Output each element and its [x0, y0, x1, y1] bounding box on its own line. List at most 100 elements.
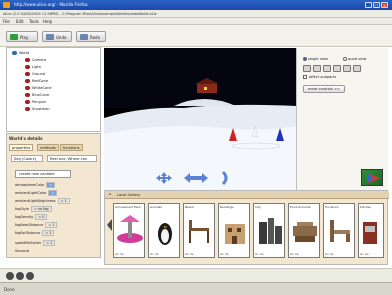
single-view-radio[interactable]: single view: [303, 57, 328, 61]
gallery-scroll-left[interactable]: [107, 219, 112, 231]
minimize-button[interactable]: _: [365, 2, 372, 8]
redo-button[interactable]: Redo: [76, 31, 106, 42]
prop-value[interactable]: = 1: [43, 240, 56, 246]
redo-icon: [80, 34, 88, 40]
gallery-item[interactable]: City Go Up: [253, 203, 285, 258]
gallery-item[interactable]: Buildings Go Up: [218, 203, 250, 258]
prop-name: fogStyle: [15, 207, 29, 211]
prop-value[interactable]: =: [46, 182, 56, 188]
tree-item-redcone[interactable]: RedCone: [25, 79, 48, 84]
roll-tool-icon[interactable]: [333, 65, 341, 72]
object-icon: [25, 72, 30, 76]
night-sky: [104, 48, 296, 108]
tab-functions[interactable]: functions: [60, 144, 83, 151]
tab-properties[interactable]: properties: [9, 144, 34, 151]
view-controls-panel: single view quad view affect subparts mo…: [296, 48, 388, 190]
undo-button[interactable]: Undo: [42, 31, 72, 42]
stop-icon[interactable]: [26, 272, 34, 280]
carousel-thumb: [117, 215, 143, 243]
prop-row[interactable]: fogStyle = no fog: [15, 206, 52, 213]
gallery-item-footer: Go Up: [150, 252, 159, 256]
gallery-item-footer: Go Up: [290, 252, 299, 256]
window-titlebar: http://www.alice.org/ - Mozilla Firefox …: [0, 0, 392, 10]
turn-tool-icon[interactable]: [323, 65, 331, 72]
forward-icon[interactable]: [16, 272, 24, 280]
play-button[interactable]: Play: [6, 31, 38, 42]
prop-value[interactable]: = 1: [42, 230, 55, 236]
prop-row[interactable]: speedMultiplier = 1: [15, 240, 56, 247]
camera-tilt-control[interactable]: [220, 170, 230, 186]
toolbar: Play Undo Redo: [0, 25, 392, 47]
prop-row[interactable]: atmosphereColor =: [15, 182, 56, 189]
camera-move-control[interactable]: [156, 172, 172, 184]
create-variable-button[interactable]: create new variable: [15, 170, 71, 178]
gallery-item-name: Amusement Park: [115, 205, 141, 209]
rotate-tool-icon[interactable]: [313, 65, 321, 72]
checkbox-box: [303, 75, 307, 79]
camera-pan-control[interactable]: [184, 172, 208, 184]
tree-item-whitecone[interactable]: WhiteCone: [25, 86, 52, 91]
prop-row[interactable]: fogDensity = 0: [15, 214, 48, 221]
close-button[interactable]: ×: [381, 2, 388, 8]
gallery-path[interactable]: Local Gallery: [117, 193, 140, 197]
kitchen-thumb: [363, 222, 377, 244]
tree-item-snowman[interactable]: Snowman: [25, 107, 50, 112]
gallery-item[interactable]: Furniture Go Up: [323, 203, 355, 258]
triangle-icon: [367, 173, 380, 184]
details-dropdown-right[interactable]: Reel one, Where can: [47, 155, 97, 162]
object-icon: [25, 100, 30, 104]
gallery-item[interactable]: Amusement Park Go Up: [113, 203, 145, 258]
affect-subparts-checkbox[interactable]: affect subparts: [303, 75, 336, 79]
gallery-item[interactable]: Environments Go Up: [288, 203, 320, 258]
object-icon: [25, 86, 30, 90]
prop-value[interactable]: = 1: [57, 198, 70, 204]
gallery-item[interactable]: Animals Go Up: [148, 203, 180, 258]
object-icon: [25, 93, 30, 97]
world-view[interactable]: [104, 48, 296, 190]
tree-item-bluecone[interactable]: BlueCone: [25, 93, 49, 98]
tree-item-ground[interactable]: Ground: [25, 72, 45, 77]
menu-help[interactable]: Help: [43, 19, 52, 24]
move-tool-icon[interactable]: [303, 65, 311, 72]
gallery-item-footer: Go Up: [360, 252, 369, 256]
window-title: http://www.alice.org/ - Mozilla Firefox: [14, 2, 88, 7]
prop-row[interactable]: fogFarDistance = 1: [15, 230, 55, 237]
tab-methods[interactable]: methods: [37, 144, 59, 151]
gallery-item[interactable]: Beach Go Up: [183, 203, 215, 258]
menu-file[interactable]: File: [3, 19, 10, 24]
prop-value[interactable]: = 1: [45, 222, 58, 228]
gallery-item[interactable]: Kitchen Go Up: [358, 203, 384, 258]
redo-label: Redo: [90, 35, 101, 40]
prop-value[interactable]: =: [48, 190, 58, 196]
prop-name: fogDensity: [15, 215, 34, 219]
prop-value[interactable]: = 0: [35, 214, 48, 220]
more-controls-button[interactable]: more controls >>: [303, 85, 345, 93]
copy-tool-icon[interactable]: [353, 65, 361, 72]
menu-edit[interactable]: Edit: [16, 19, 24, 24]
furniture-thumb: [330, 220, 350, 242]
prop-row[interactable]: ambientLightBrightness = 1: [15, 198, 70, 205]
quad-view-radio[interactable]: quad view: [343, 57, 366, 61]
gallery-item-name: City: [255, 205, 261, 209]
tree-item-world[interactable]: World: [12, 51, 29, 56]
tree-item-camera[interactable]: Camera: [25, 58, 46, 63]
details-dropdown-left[interactable]: Seq (Colors): [11, 155, 43, 162]
prop-row[interactable]: fogNearDistance = 1: [15, 222, 58, 229]
back-icon[interactable]: [6, 272, 14, 280]
gallery-header: ⌂ Local Gallery: [105, 191, 389, 199]
prop-value[interactable]: = no fog: [30, 206, 52, 212]
menu-tools[interactable]: Tools: [29, 19, 39, 24]
tree-item-label: RedCone: [32, 79, 49, 83]
tree-item-label: Penguin: [32, 100, 47, 104]
gallery-item-footer: Go Up: [255, 252, 264, 256]
tree-item-penguin[interactable]: Penguin: [25, 100, 46, 105]
prop-name: ambientLightBrightness: [15, 199, 56, 203]
home-icon[interactable]: ⌂: [109, 192, 111, 196]
tree-item-label: Camera: [32, 58, 47, 62]
tree-item-light[interactable]: Light: [25, 65, 41, 70]
gallery-item-footer: Go Up: [115, 252, 124, 256]
maximize-button[interactable]: □: [373, 2, 380, 8]
details-title: World's details: [9, 136, 43, 141]
resize-tool-icon[interactable]: [343, 65, 351, 72]
prop-row[interactable]: ambientLightColor =: [15, 190, 58, 197]
